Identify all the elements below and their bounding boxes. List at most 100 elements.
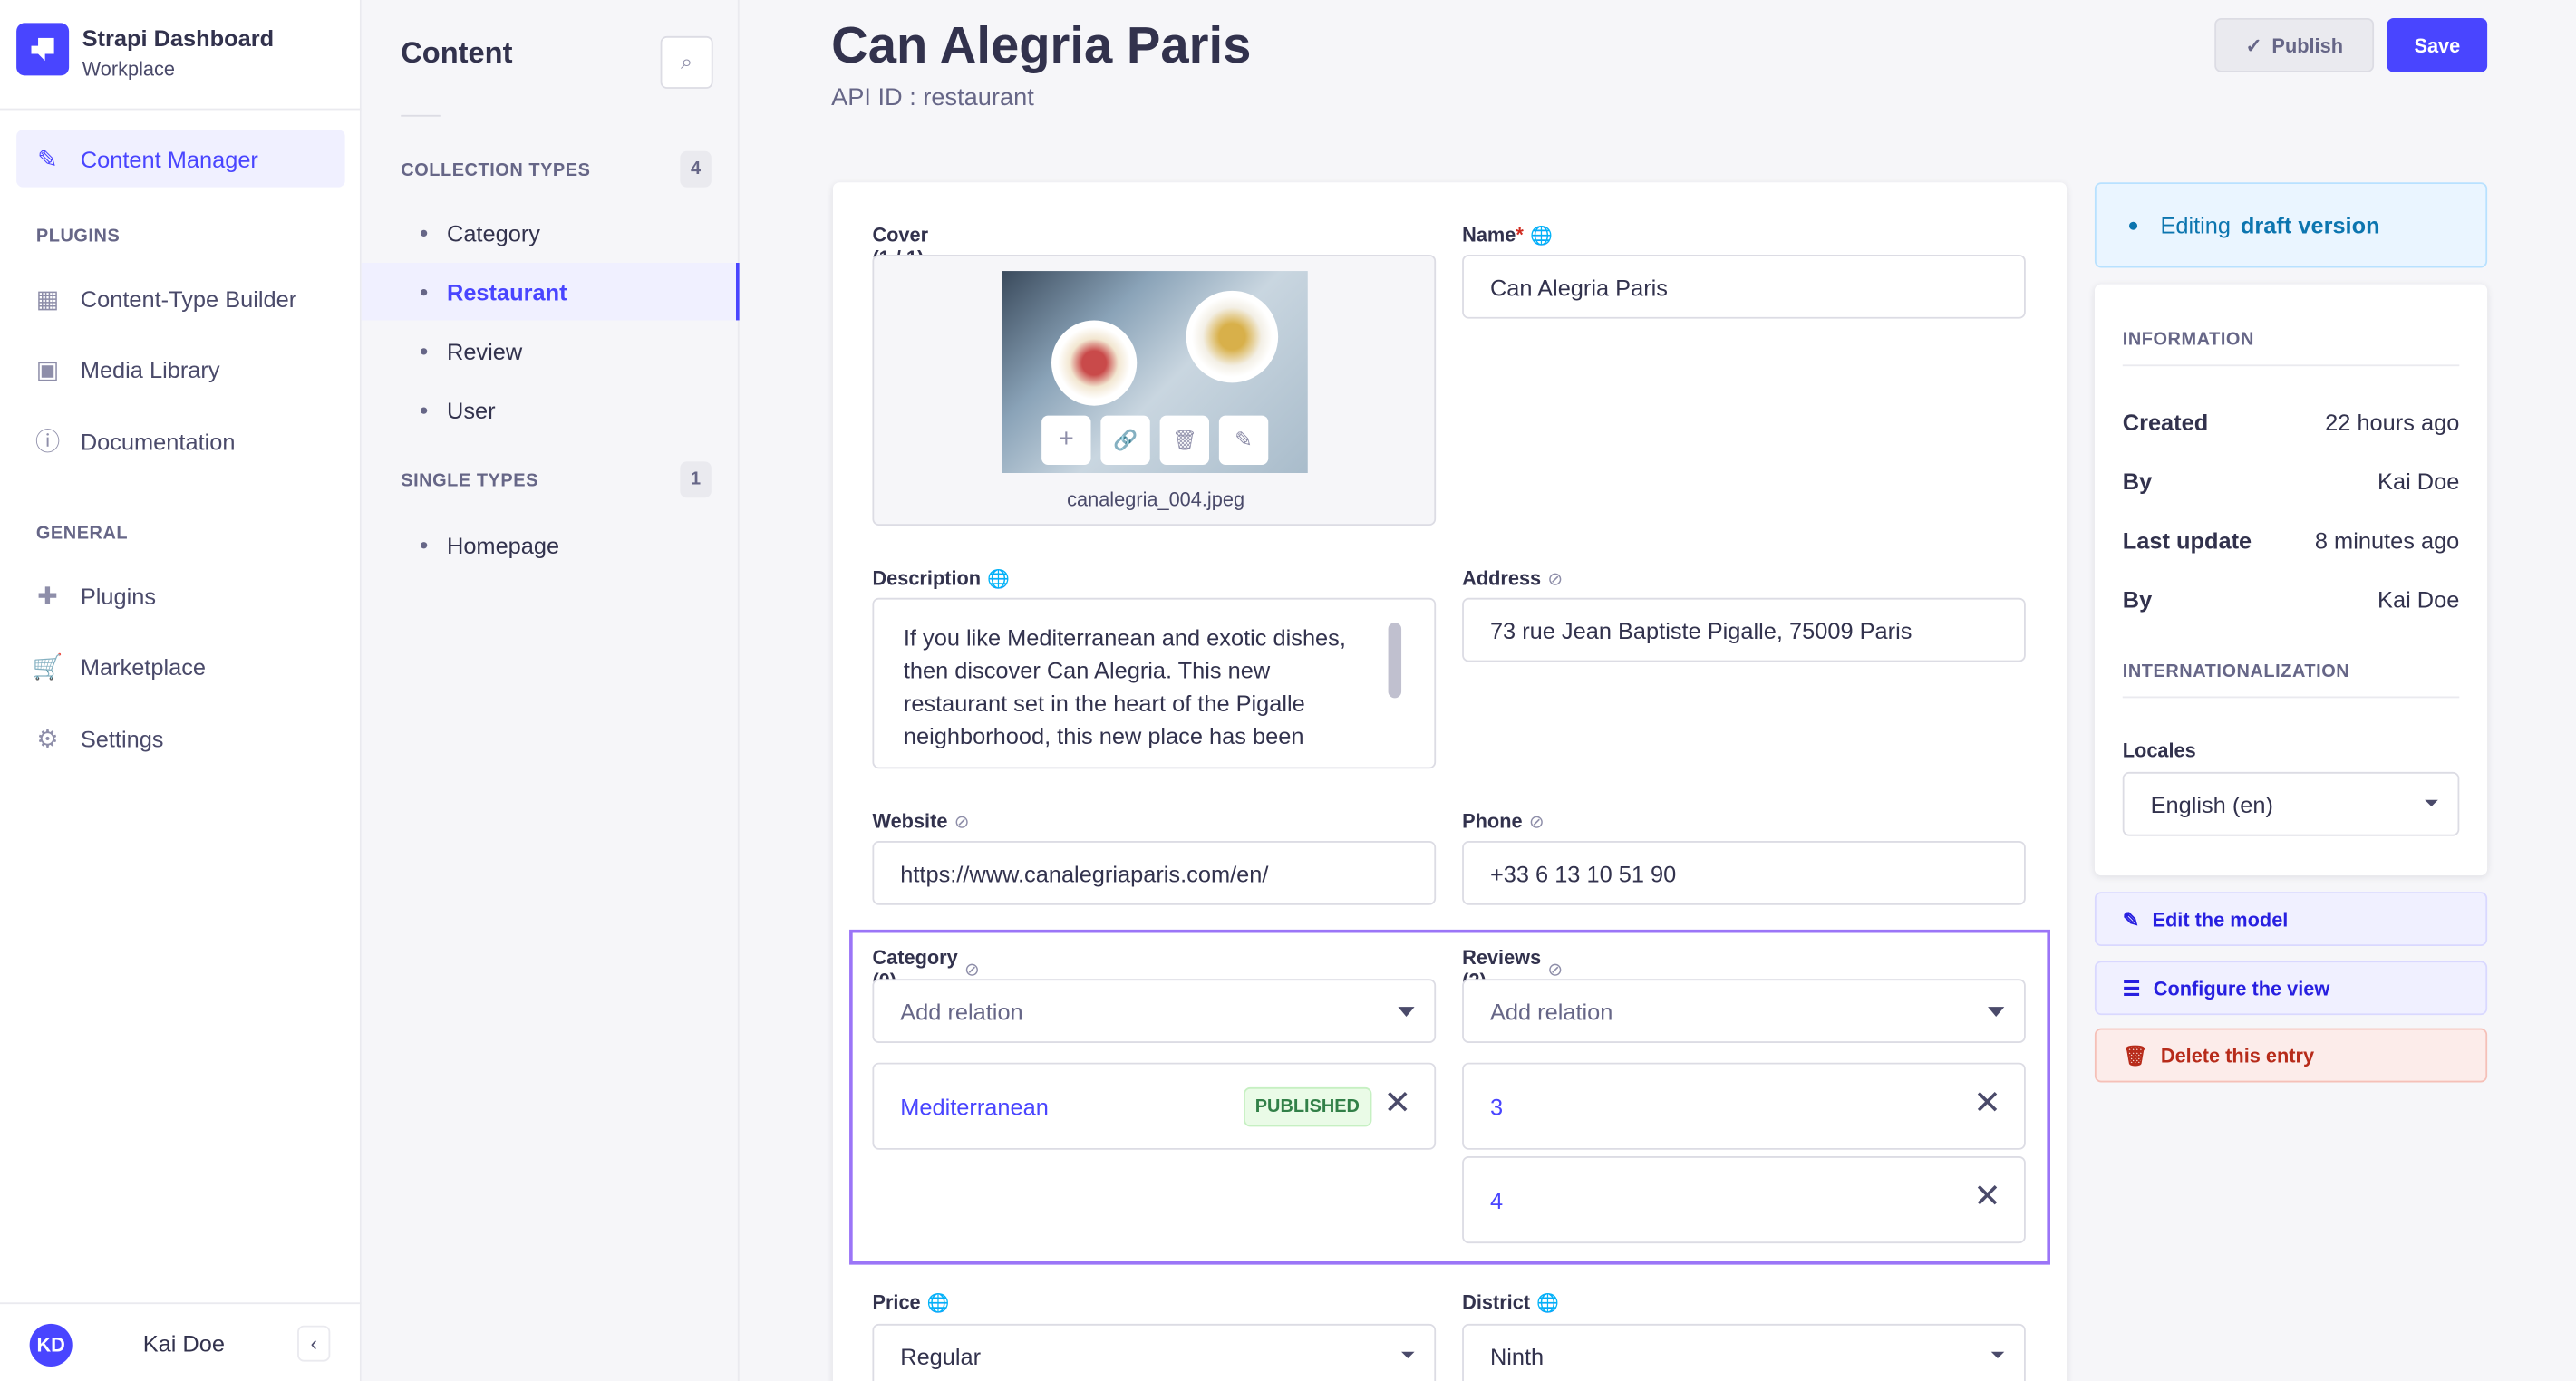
placeholder: Add relation <box>900 998 1023 1025</box>
strapi-logo <box>16 23 70 76</box>
category-relation-select[interactable]: Add relation <box>872 979 1437 1043</box>
item-label: User <box>447 396 496 423</box>
address-label: Address ⊘ <box>1462 566 1564 590</box>
nav-content-type-builder[interactable]: ▦ Content-Type Builder <box>16 269 345 326</box>
locales-label: Locales <box>2122 739 2196 762</box>
nav-label: Documentation <box>80 428 236 455</box>
phone-label: Phone ⊘ <box>1462 809 1545 833</box>
district-label: District 🌐 <box>1462 1290 1560 1314</box>
nav-label: Content-Type Builder <box>80 285 297 312</box>
button-label: Delete this entry <box>2160 1043 2315 1067</box>
website-label: Website ⊘ <box>872 809 970 833</box>
cover-dropzone[interactable]: + 🔗 🗑 ✎ canalegria_004.jpeg <box>872 254 1437 526</box>
relation-link[interactable]: 3 <box>1490 1093 1503 1119</box>
image-icon: ▣ <box>35 355 60 384</box>
search-icon[interactable]: ⌕ <box>660 35 713 89</box>
collection-item-user[interactable]: User <box>362 381 740 439</box>
website-input[interactable]: https://www.canalegriaparis.com/en/ <box>872 841 1437 905</box>
phone-input[interactable]: +33 6 13 10 51 90 <box>1462 841 2026 905</box>
globe-icon: 🌐 <box>987 569 1011 589</box>
relation-link[interactable]: Mediterranean <box>900 1093 1049 1119</box>
layout-icon: ▦ <box>35 285 60 314</box>
address-input[interactable]: 73 rue Jean Baptiste Pigalle, 75009 Pari… <box>1462 597 2026 662</box>
configure-view-button[interactable]: ☰ Configure the view <box>2094 961 2488 1016</box>
district-select[interactable]: Ninth <box>1462 1323 2026 1381</box>
app-title: Strapi Dashboard <box>82 24 275 52</box>
review-relation-item[interactable]: 4 ✕ <box>1462 1156 2026 1244</box>
collapse-chevron-icon[interactable]: ‹ <box>297 1325 331 1362</box>
close-icon[interactable]: ✕ <box>1973 1181 2000 1213</box>
avatar[interactable]: KD <box>29 1323 73 1367</box>
divider <box>401 114 441 117</box>
price-select[interactable]: Regular <box>872 1323 1437 1381</box>
scrollbar[interactable] <box>1388 622 1402 699</box>
nav-label: Content Manager <box>80 145 258 172</box>
info-row: By Kai Doe <box>2122 468 2460 495</box>
save-button[interactable]: Save <box>2387 17 2488 72</box>
cover-image: + 🔗 🗑 ✎ <box>1002 271 1308 473</box>
collection-count-badge: 4 <box>680 150 712 188</box>
item-label: Review <box>447 337 523 364</box>
selected-value: English (en) <box>2150 790 2273 817</box>
single-item-homepage[interactable]: Homepage <box>362 516 740 573</box>
plugins-heading: PLUGINS <box>35 227 121 246</box>
nav-documentation[interactable]: ⓘ Documentation <box>16 412 345 469</box>
collection-item-category[interactable]: Category <box>362 204 740 261</box>
plate-image <box>1051 320 1138 406</box>
caret-down-icon <box>1401 1351 1415 1358</box>
globe-off-icon: ⊘ <box>954 812 970 833</box>
pencil-icon: ✎ <box>2122 907 2139 931</box>
selected-value: Regular <box>900 1342 982 1369</box>
item-label: Homepage <box>447 531 560 558</box>
nav-content-manager[interactable]: ✎ Content Manager <box>16 130 345 188</box>
reviews-relation-select[interactable]: Add relation <box>1462 979 2026 1043</box>
caret-down-icon <box>2425 799 2438 806</box>
price-label: Price 🌐 <box>872 1290 950 1314</box>
single-count-badge: 1 <box>680 461 712 498</box>
name-input[interactable]: Can Alegria Paris <box>1462 254 2026 319</box>
nav-plugins[interactable]: ✚ Plugins <box>16 566 345 623</box>
information-heading: INFORMATION <box>2122 330 2254 351</box>
description-textarea[interactable]: If you like Mediterranean and exotic dis… <box>872 597 1437 769</box>
caret-down-icon <box>1398 1007 1415 1017</box>
status-badge: PUBLISHED <box>1244 1086 1371 1127</box>
page-title: Can Alegria Paris <box>831 16 1252 74</box>
general-heading: GENERAL <box>35 524 129 544</box>
nav-settings[interactable]: ⚙ Settings <box>16 710 345 767</box>
relation-link[interactable]: 4 <box>1490 1187 1503 1213</box>
add-icon[interactable]: + <box>1041 415 1091 465</box>
description-text: If you like Mediterranean and exotic dis… <box>903 623 1346 749</box>
close-icon[interactable]: ✕ <box>1973 1087 2000 1120</box>
nav-marketplace[interactable]: 🛒 Marketplace <box>16 637 345 694</box>
selected-value: Ninth <box>1489 1342 1545 1369</box>
user-name[interactable]: Kai Doe <box>143 1330 225 1357</box>
button-label: Configure the view <box>2153 976 2330 1000</box>
api-id: API ID : restaurant <box>831 83 1034 112</box>
item-label: Restaurant <box>447 278 567 305</box>
category-relation-item[interactable]: Mediterranean PUBLISHED ✕ <box>872 1062 1437 1150</box>
collection-item-restaurant[interactable]: Restaurant <box>361 263 740 321</box>
nav-media-library[interactable]: ▣ Media Library <box>16 340 345 397</box>
puzzle-icon: ✚ <box>37 582 58 611</box>
review-relation-item[interactable]: 3 ✕ <box>1462 1062 2026 1150</box>
globe-off-icon: ⊘ <box>1528 812 1545 833</box>
content-panel: Content ⌕ COLLECTION TYPES 4 Category Re… <box>361 0 740 1381</box>
link-icon[interactable]: 🔗 <box>1100 415 1150 465</box>
caret-down-icon <box>1988 1007 2005 1017</box>
collection-item-review[interactable]: Review <box>362 322 740 379</box>
edit-model-button[interactable]: ✎ Edit the model <box>2094 892 2488 946</box>
delete-entry-button[interactable]: 🗑 Delete this entry <box>2094 1028 2488 1083</box>
pencil-icon[interactable]: ✎ <box>1218 415 1269 465</box>
cover-filename: canalegria_004.jpeg <box>1067 488 1245 511</box>
close-icon[interactable]: ✕ <box>1384 1087 1411 1120</box>
locale-select[interactable]: English (en) <box>2122 771 2460 836</box>
draft-status-banner: Editing draft version <box>2094 182 2488 268</box>
info-row: By Kai Doe <box>2122 586 2460 613</box>
editing-prefix: Editing <box>2160 211 2232 238</box>
trash-icon[interactable]: 🗑 <box>1159 415 1209 465</box>
single-types-heading: SINGLE TYPES <box>401 471 538 491</box>
i18n-heading: INTERNATIONALIZATION <box>2122 662 2350 682</box>
edit-form: Cover (1 / 1) + 🔗 🗑 ✎ canalegria_004.jpe… <box>832 182 2068 1381</box>
publish-button[interactable]: ✓ Publish <box>2214 17 2375 72</box>
placeholder: Add relation <box>1489 998 1613 1025</box>
